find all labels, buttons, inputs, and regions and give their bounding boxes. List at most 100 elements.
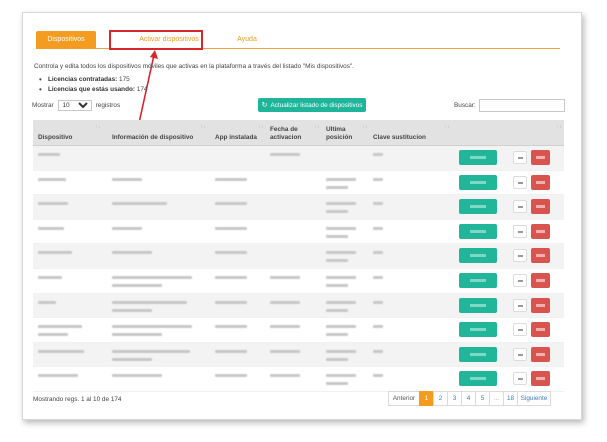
delete-device-button[interactable] (531, 272, 550, 288)
pagination-next[interactable]: Siguiente (517, 391, 551, 406)
licenses-in-use-value: 174 (136, 86, 148, 93)
redacted-cell (270, 300, 300, 304)
delete-icon (536, 156, 545, 159)
edit-device-button[interactable] (459, 346, 497, 362)
pagination-page-2[interactable]: 2 (433, 391, 448, 406)
redacted-cell (215, 177, 247, 181)
pagination-page-18[interactable]: 18 (503, 391, 518, 406)
pagination-page-4[interactable]: 4 (461, 391, 476, 406)
edit-device-button[interactable] (459, 150, 497, 165)
search-input[interactable] (478, 99, 565, 112)
delete-device-button[interactable] (531, 322, 550, 338)
licenses-contracted-value: 175 (119, 76, 130, 83)
redacted-cell (38, 300, 56, 304)
redacted-cell (38, 325, 82, 329)
search-label: Buscar: (454, 102, 476, 109)
device-options-button[interactable] (513, 249, 527, 263)
redacted-cell (112, 226, 142, 230)
edit-device-button[interactable] (459, 174, 497, 190)
delete-icon (536, 328, 545, 332)
delete-device-button[interactable] (531, 199, 550, 215)
redacted-cell (215, 349, 247, 353)
page-description: Controla y edita todos los dispositivos … (34, 63, 354, 70)
delete-icon (536, 377, 545, 381)
redacted-cell (373, 325, 383, 329)
redacted-cell (38, 251, 72, 255)
delete-icon (536, 205, 545, 209)
edit-device-button[interactable] (459, 248, 497, 264)
column-header-ultima-posicion[interactable]: Ultima posición (326, 120, 366, 146)
delete-device-button[interactable] (531, 371, 550, 387)
pagination-page-3[interactable]: 3 (447, 391, 462, 406)
redacted-cell (38, 275, 62, 279)
table-row (33, 244, 564, 269)
redacted-cell (326, 300, 356, 304)
delete-device-button[interactable] (531, 248, 550, 264)
redacted-cell (38, 349, 84, 353)
device-options-button[interactable] (513, 323, 527, 337)
refresh-devices-button[interactable]: ↻ Actualizar listado de dispositivos (258, 98, 366, 112)
delete-device-button[interactable] (531, 174, 550, 190)
licenses-in-use-label: Licencias que estás usando: (48, 86, 136, 93)
licenses-in-use: Licencias que estás usando: 174 (39, 85, 148, 94)
delete-device-button[interactable] (531, 150, 550, 165)
device-options-button[interactable] (513, 200, 527, 214)
redacted-cell (326, 308, 348, 312)
page-length-select[interactable]: 10 (57, 100, 92, 111)
redacted-button-label (470, 328, 486, 332)
show-label: Mostrar (32, 102, 54, 109)
sort-icon: ↑↓ (556, 124, 562, 130)
edit-device-button[interactable] (459, 371, 497, 387)
edit-device-button[interactable] (459, 223, 497, 239)
redacted-cell (326, 226, 356, 230)
device-options-button[interactable] (513, 298, 527, 312)
delete-device-button[interactable] (531, 346, 550, 362)
column-header-informacion[interactable]: Información de dispositivo (112, 120, 212, 146)
pagination-ellipsis: ... (489, 391, 504, 406)
device-options-button[interactable] (513, 347, 527, 361)
delete-icon (536, 229, 545, 233)
tab-dispositivos[interactable]: Dispositivos (36, 31, 96, 49)
search-control: Buscar: (454, 99, 565, 112)
redacted-button-label (470, 205, 486, 209)
delete-device-button[interactable] (531, 223, 550, 239)
redacted-cell (373, 251, 383, 255)
delete-icon (536, 303, 545, 307)
device-options-button[interactable] (513, 224, 527, 238)
device-options-button[interactable] (513, 372, 527, 386)
options-icon (518, 181, 523, 184)
redacted-cell (112, 325, 192, 329)
redacted-cell (373, 300, 383, 304)
licenses-contracted-label: Licencias contratadas: (48, 76, 118, 83)
redacted-cell (112, 177, 142, 181)
redacted-button-label (470, 180, 486, 184)
tab-ayuda[interactable]: Ayuda (222, 31, 272, 49)
device-options-button[interactable] (513, 273, 527, 287)
options-icon (518, 279, 523, 282)
column-header-fecha-activacion[interactable]: Fecha de activacion (270, 120, 310, 146)
redacted-cell (326, 325, 356, 329)
licenses-contracted: Licencias contratadas: 175 (39, 75, 147, 84)
redacted-cell (326, 177, 356, 181)
pagination-previous[interactable]: Anterior (388, 391, 420, 406)
redacted-cell (326, 357, 348, 361)
edit-device-button[interactable] (459, 272, 497, 288)
redacted-cell (373, 374, 383, 378)
pagination-page-5[interactable]: 5 (475, 391, 490, 406)
delete-device-button[interactable] (531, 297, 550, 313)
redacted-cell (270, 374, 300, 378)
delete-icon (536, 352, 545, 356)
edit-device-button[interactable] (459, 297, 497, 313)
redacted-cell (38, 202, 68, 206)
redacted-button-label (470, 278, 486, 282)
device-options-button[interactable] (513, 151, 527, 164)
table-row (33, 367, 564, 392)
table-row (33, 268, 564, 294)
redacted-cell (38, 153, 60, 156)
redacted-button-label (470, 229, 486, 233)
device-options-button[interactable] (513, 175, 527, 189)
edit-device-button[interactable] (459, 322, 497, 338)
pagination-page-1[interactable]: 1 (419, 391, 434, 406)
sort-icon: ↑↓ (258, 124, 264, 130)
edit-device-button[interactable] (459, 199, 497, 215)
